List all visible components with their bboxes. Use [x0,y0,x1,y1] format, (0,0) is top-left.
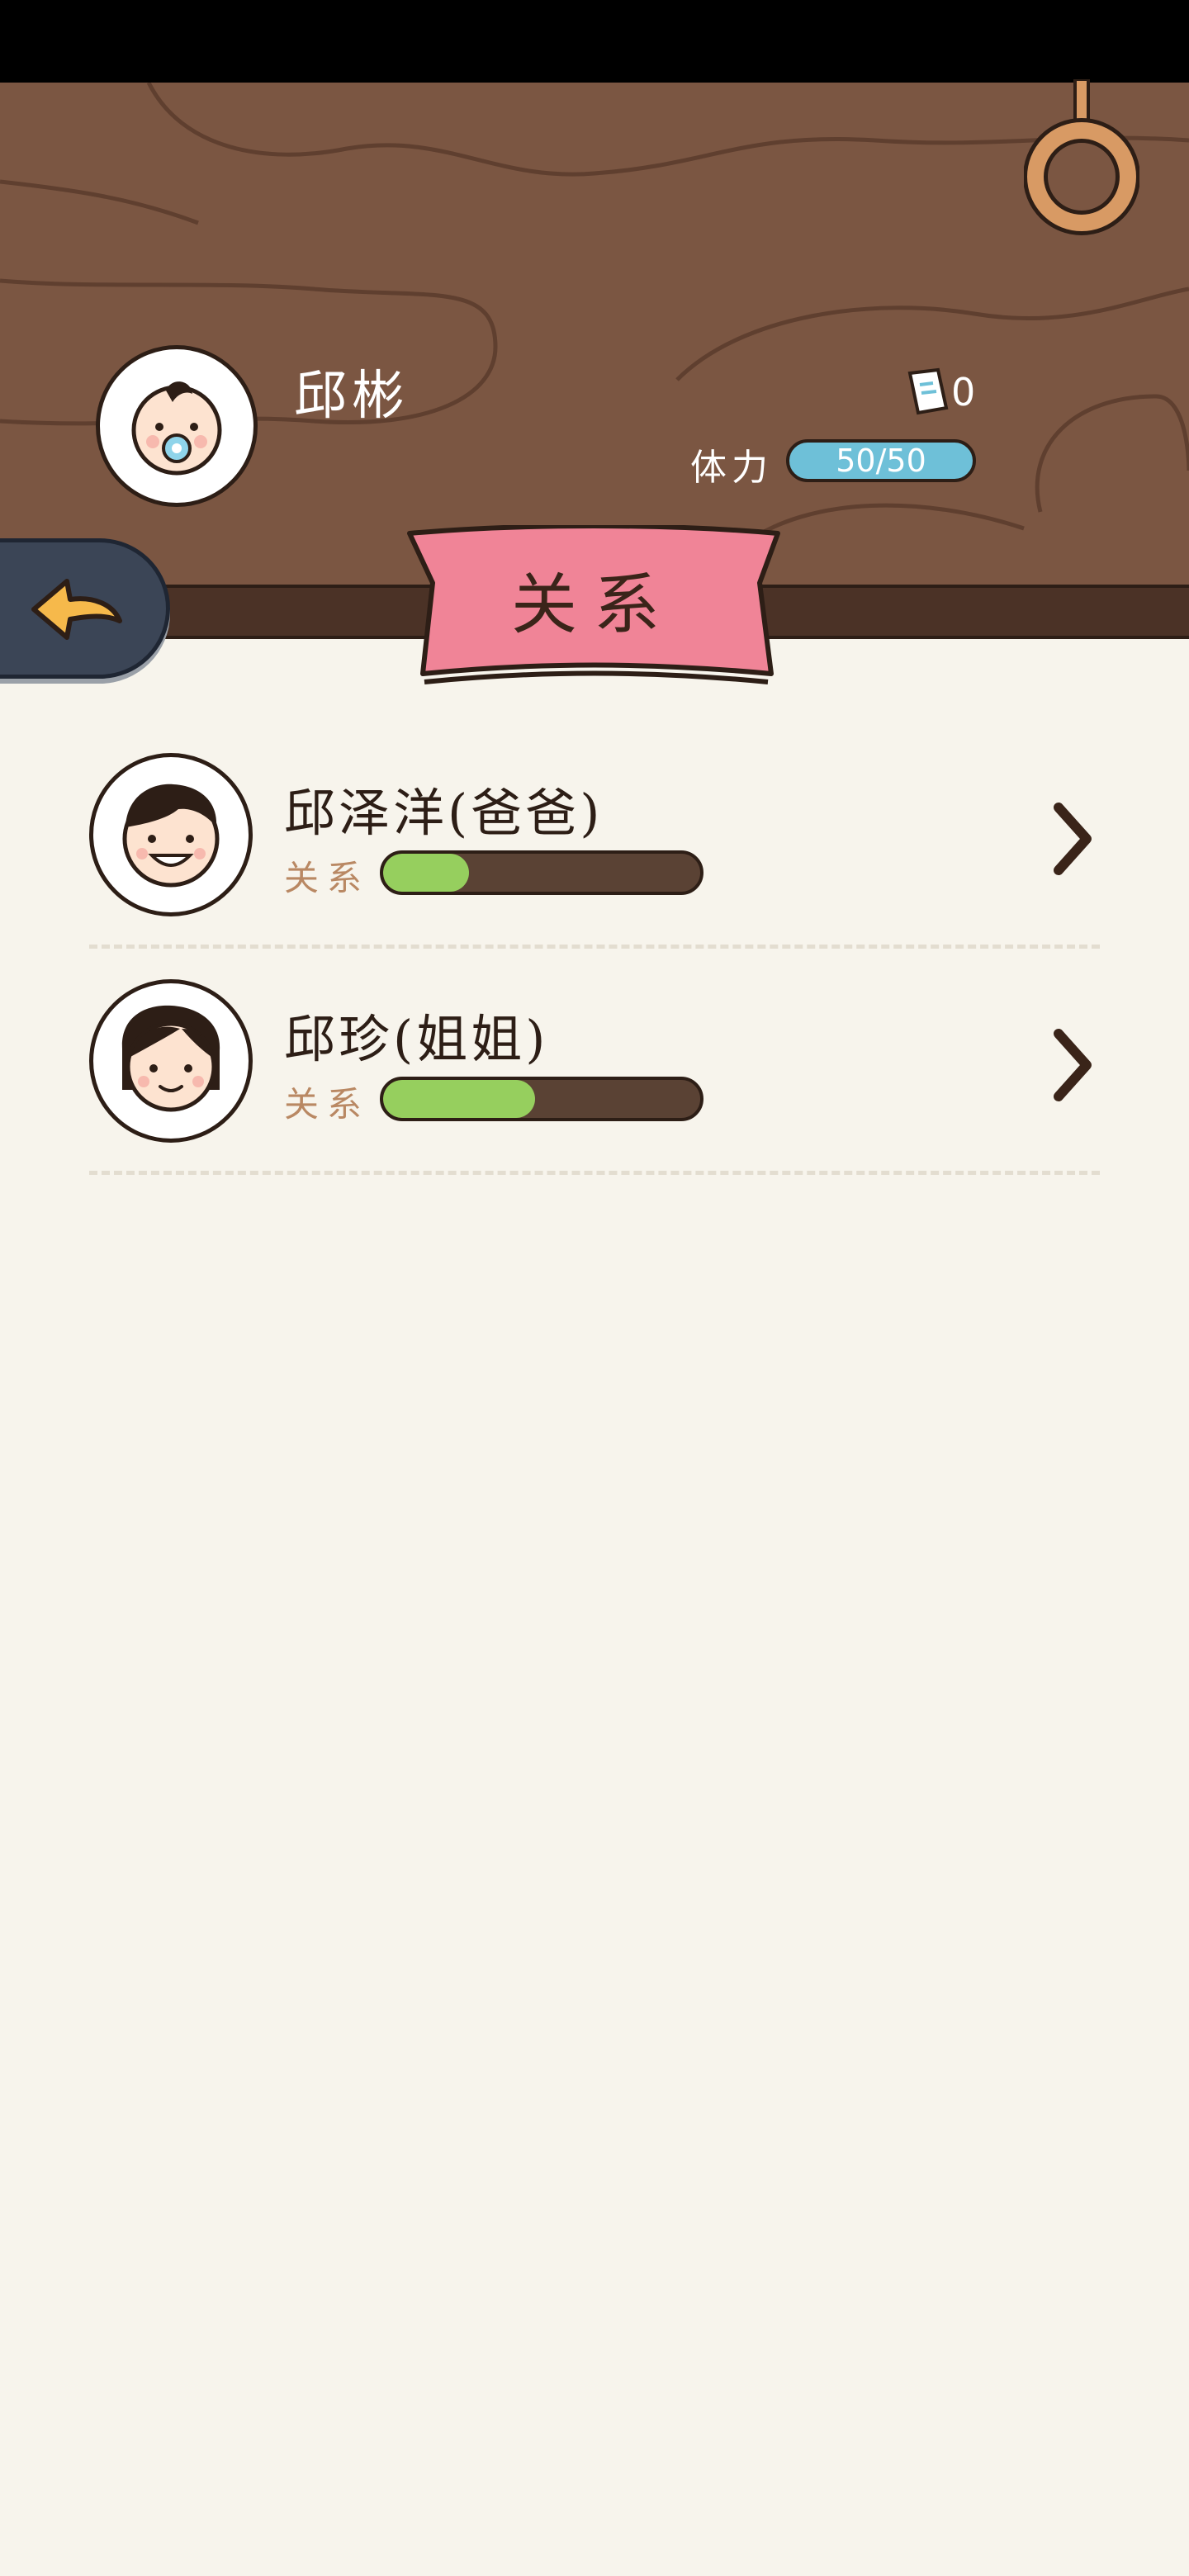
relation-progress-fill [383,1080,536,1118]
player-avatar[interactable] [96,345,258,507]
back-button[interactable] [0,538,170,679]
ticket-count: 0 [951,370,976,414]
chevron-right-icon[interactable] [1050,799,1097,878]
relation-progress-fill [383,854,469,892]
avatar [89,753,253,916]
list-item[interactable]: 邱泽洋(爸爸) 关系 [89,753,1106,926]
relation-label: 关系 [284,858,371,898]
stamina-bar: 50/50 [786,439,976,482]
sister-face-icon [121,1005,220,1112]
stamina-label: 体力 [690,447,773,489]
header-board [0,83,1189,588]
stamina-value: 50/50 [836,443,926,479]
tab-relations-title: 关系 [511,566,676,643]
relation-progress-bar [380,1077,703,1121]
status-bar [0,0,1189,83]
avatar [89,979,253,1143]
ring-hook-icon[interactable] [1024,79,1139,236]
relation-progress-bar [380,850,703,895]
divider [89,945,1100,949]
ticket-icon [907,367,949,415]
player-name: 邱彬 [294,366,410,427]
father-face-icon [122,784,220,888]
list-item[interactable]: 邱珍(姐姐) 关系 [89,979,1106,1153]
relation-label: 关系 [284,1084,371,1125]
baby-face-icon [131,381,222,476]
wood-grain [0,83,1189,547]
back-arrow-icon [31,579,122,640]
divider [89,1171,1100,1175]
relation-name: 邱泽洋(爸爸) [284,783,604,843]
relation-name: 邱珍(姐姐) [284,1009,549,1069]
chevron-right-icon[interactable] [1050,1025,1097,1105]
